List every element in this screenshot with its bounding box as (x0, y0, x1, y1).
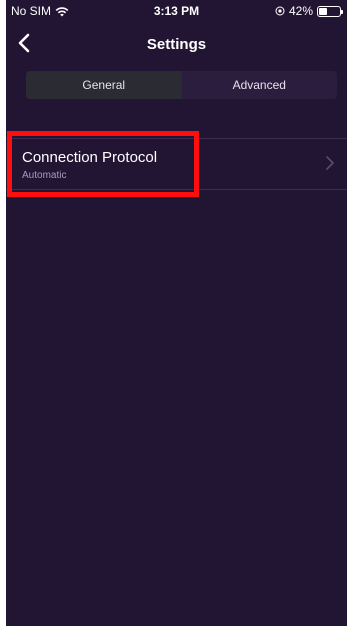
navigation-bar: Settings (6, 22, 347, 66)
tab-general-label: General (82, 78, 126, 92)
tab-advanced-label: Advanced (232, 78, 286, 92)
screen: No SIM 3:13 PM 42% Settings General Adva… (6, 0, 347, 626)
tab-general[interactable]: General (26, 71, 182, 99)
battery-level (319, 7, 328, 15)
tab-advanced[interactable]: Advanced (181, 71, 337, 99)
page-title: Settings (146, 36, 207, 53)
chevron-right-icon (326, 156, 334, 170)
location-icon (275, 6, 285, 16)
status-bar: No SIM 3:13 PM 42% (6, 0, 347, 22)
battery-charging-icon (317, 5, 343, 17)
settings-segmented-control: General Advanced (26, 71, 337, 99)
highlight-box (7, 131, 199, 197)
battery-percent: 42% (288, 4, 313, 18)
status-right: 42% (275, 4, 343, 18)
